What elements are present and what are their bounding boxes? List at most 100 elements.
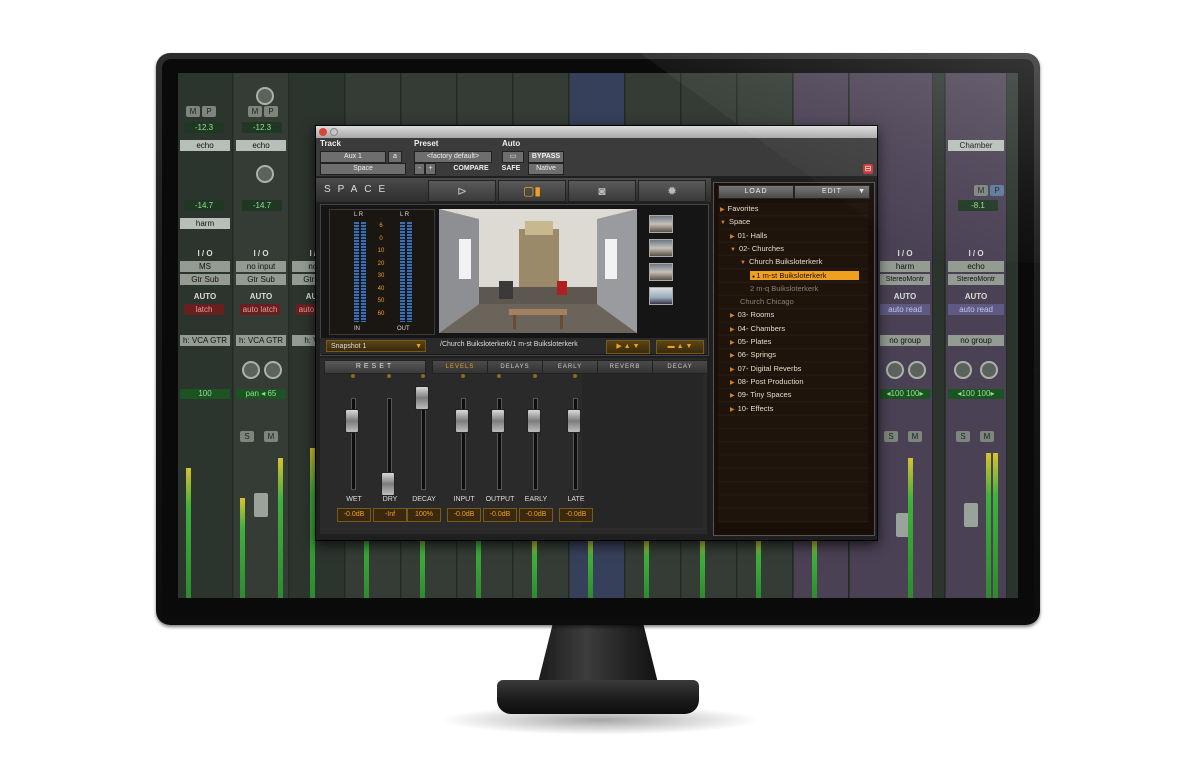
expanded-arrow-icon[interactable]: ▼ (730, 247, 736, 253)
fader-early-handle[interactable] (527, 408, 541, 433)
snapshot-selector[interactable]: Snapshot 1 ▼ (326, 340, 426, 352)
fader-wet-handle[interactable] (345, 408, 359, 433)
tree-item[interactable]: ▶ 07- Digital Reverbs (730, 364, 801, 373)
fader-value[interactable]: -Inf (373, 508, 407, 522)
collapsed-arrow-icon[interactable]: ▶ (730, 393, 735, 399)
collapsed-arrow-icon[interactable]: ▶ (730, 353, 735, 359)
tree-item[interactable]: ▶ 03- Rooms (730, 310, 774, 319)
plugin-selector[interactable]: Space (320, 163, 406, 175)
automation-mode[interactable]: latch (184, 304, 224, 315)
compare-button[interactable]: COMPARE (450, 163, 492, 175)
insert-selector[interactable]: a (388, 151, 402, 163)
collapsed-arrow-icon[interactable]: ▶ (730, 313, 735, 319)
ir-nav-buttons[interactable]: ▶ ▲ ▼ (606, 340, 650, 354)
fader-dry-handle[interactable] (381, 471, 395, 496)
tree-item[interactable]: ▶ 09- Tiny Spaces (730, 390, 791, 399)
input-selector[interactable]: harm (880, 261, 930, 272)
pan-knob[interactable] (264, 361, 282, 379)
playlist-button[interactable]: P (990, 185, 1004, 196)
plugin-close-icon[interactable]: ⊟ (863, 164, 873, 174)
tree-item[interactable]: ▶ 10- Effects (730, 404, 773, 413)
photo-thumbnail[interactable] (649, 239, 673, 257)
output-selector[interactable]: StereoMontr (948, 274, 1004, 285)
solo-button[interactable]: S (240, 431, 254, 442)
collapsed-arrow-icon[interactable]: ▶ (730, 407, 735, 413)
collapsed-arrow-icon[interactable]: ▶ (730, 367, 735, 373)
mute-button[interactable]: M (248, 106, 262, 117)
input-selector[interactable]: echo (948, 261, 1004, 272)
tab-reverb[interactable]: REVERB (597, 360, 653, 374)
send-knob[interactable] (256, 165, 274, 183)
close-window-icon[interactable] (319, 128, 327, 136)
load-button[interactable]: LOAD (718, 185, 794, 199)
output-selector[interactable]: Gtr Sub (180, 274, 230, 285)
automation-mode[interactable]: auto read (948, 304, 1004, 315)
vca-selector[interactable]: h: VCA GTR (236, 335, 286, 346)
automation-mode[interactable]: auto latch (240, 304, 280, 315)
fader-input-handle[interactable] (455, 408, 469, 433)
send-name[interactable]: harm (180, 218, 230, 229)
playlist-button[interactable]: P (202, 106, 216, 117)
tab-decay[interactable]: DECAY (652, 360, 708, 374)
ir-view-icon[interactable]: ▢▮ (498, 180, 566, 202)
track-selector[interactable]: Aux 1 (320, 151, 386, 163)
minimize-window-icon[interactable] (330, 128, 338, 136)
folder-nav-buttons[interactable]: ▬ ▲ ▼ (656, 340, 704, 354)
collapsed-arrow-icon[interactable]: ▶ (730, 234, 735, 240)
preset-prev-button[interactable]: - (414, 163, 425, 175)
group-selector[interactable]: no group (948, 335, 1004, 346)
tree-item[interactable]: ▶ 01- Halls (730, 231, 767, 240)
send-knob[interactable] (256, 87, 274, 105)
mute-button[interactable]: M (264, 431, 278, 442)
speaker-icon[interactable]: ⊳ (428, 180, 496, 202)
tab-early[interactable]: EARLY (542, 360, 598, 374)
preset-selector[interactable]: <factory default> (414, 151, 492, 163)
output-selector[interactable]: StereoMontr (880, 274, 930, 285)
pan-knob[interactable] (886, 361, 904, 379)
pan-knob[interactable] (980, 361, 998, 379)
tab-levels[interactable]: LEVELS (432, 360, 488, 374)
window-titlebar[interactable] (316, 126, 877, 138)
tree-item[interactable]: ▶ 05- Plates (730, 337, 771, 346)
expanded-arrow-icon[interactable]: ▼ (720, 220, 726, 226)
fader-value[interactable]: -0.0dB (447, 508, 481, 522)
fader-value[interactable]: -0.0dB (483, 508, 517, 522)
input-selector[interactable]: no input (236, 261, 286, 272)
volume-fader[interactable] (964, 503, 978, 527)
tree-item[interactable]: ▼ Space (720, 217, 750, 226)
collapsed-arrow-icon[interactable]: ▶ (730, 340, 735, 346)
edit-button[interactable]: EDIT ▼ (794, 185, 870, 199)
pan-knob[interactable] (242, 361, 260, 379)
tree-item[interactable]: Church Chicago (740, 297, 794, 306)
fader-output-handle[interactable] (491, 408, 505, 433)
collapsed-arrow-icon[interactable]: ▶ (720, 207, 725, 213)
gear-icon[interactable]: ✹ (638, 180, 706, 202)
fader-decay-handle[interactable] (415, 386, 429, 410)
output-selector[interactable]: Gtr Sub (236, 274, 286, 285)
reset-button[interactable]: RESET (324, 360, 426, 374)
fader-value[interactable]: -0.0dB (519, 508, 553, 522)
tree-item[interactable]: ▼ Church Buiksloterkerk (740, 257, 822, 266)
playlist-button[interactable]: P (264, 106, 278, 117)
fader-value[interactable]: 100% (407, 508, 441, 522)
mute-button[interactable]: M (908, 431, 922, 442)
mute-button[interactable]: M (186, 106, 200, 117)
pan-knob[interactable] (908, 361, 926, 379)
send-name[interactable]: Chamber (948, 140, 1004, 151)
tab-delays[interactable]: DELAYS (487, 360, 543, 374)
fader-value[interactable]: -0.0dB (559, 508, 593, 522)
mute-button[interactable]: M (974, 185, 988, 196)
collapsed-arrow-icon[interactable]: ▶ (730, 380, 735, 386)
mute-button[interactable]: M (980, 431, 994, 442)
camera-icon[interactable]: ◙ (568, 180, 636, 202)
send-name[interactable]: echo (180, 140, 230, 151)
preset-next-button[interactable]: + (425, 163, 436, 175)
solo-button[interactable]: S (956, 431, 970, 442)
photo-thumbnail[interactable] (649, 263, 673, 281)
tree-item[interactable]: ▶ 04- Chambers (730, 324, 785, 333)
tree-item-selected[interactable]: ● 1 m-st Buiksloterkerk (750, 270, 859, 280)
bypass-button[interactable]: BYPASS (528, 151, 564, 163)
collapsed-arrow-icon[interactable]: ▶ (730, 327, 735, 333)
tree-item[interactable]: ▶ 08- Post Production (730, 377, 804, 386)
automation-icon[interactable]: ▭ (502, 151, 524, 163)
